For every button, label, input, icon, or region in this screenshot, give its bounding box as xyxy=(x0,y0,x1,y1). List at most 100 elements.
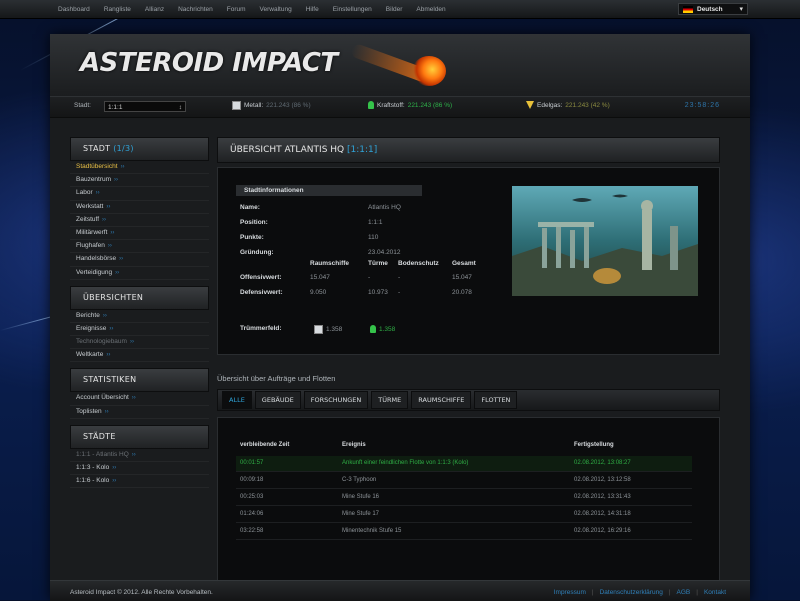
city-select-label: Stadt: xyxy=(74,102,91,109)
stats-row-label: Defensivwert: xyxy=(240,289,283,296)
top-nav-item[interactable]: Forum xyxy=(227,6,246,13)
sidebar-item-label: Werkstatt xyxy=(76,202,104,210)
info-value: 1:1:1 xyxy=(368,219,383,226)
footer-separator: | xyxy=(668,589,671,596)
top-nav-item[interactable]: Hilfe xyxy=(306,6,319,13)
info-key: Position: xyxy=(240,219,268,226)
footer-link[interactable]: Datenschutzerklärung xyxy=(600,589,663,596)
sidebar-overview-list: Berichte ›› Ereignisse ›› Technologiebaum ›› W… xyxy=(70,310,209,363)
sidebar-stats-list: Account Übersicht ›› Toplisten ›› xyxy=(70,392,209,419)
top-nav-item[interactable]: Bilder xyxy=(386,6,403,13)
chevron-right-icon: ›› xyxy=(110,229,115,236)
sidebar-item[interactable]: Stadtübersicht ›› xyxy=(70,161,209,175)
sidebar-item-label: Account Übersicht xyxy=(76,394,129,402)
top-nav-item[interactable]: Nachrichten xyxy=(178,6,213,13)
top-navigation: Dashboard Rangliste Allianz Nachrichten Foru… xyxy=(0,0,800,19)
footer-separator: | xyxy=(696,589,698,596)
language-label: Deutsch xyxy=(697,5,723,13)
queue-row: 00:09:18 C-3 Typhoon 02.08.2012, 13:12:58 xyxy=(236,473,692,489)
info-key: Name: xyxy=(240,204,260,211)
chevron-right-icon: ›› xyxy=(102,312,107,319)
sidebar-item[interactable]: Werkstatt ›› xyxy=(70,201,209,214)
metal-label: Metall: xyxy=(244,102,264,109)
queue-col-header: Fertigstellung xyxy=(574,442,614,448)
chevron-right-icon: ›› xyxy=(106,203,111,210)
footer-link[interactable]: Impressum xyxy=(554,589,586,596)
site-logo[interactable]: ASTEROID IMPACT xyxy=(80,48,338,78)
city-select[interactable]: 1:1:1 ↕ xyxy=(104,101,186,112)
sidebar-item[interactable]: 1:1:1 - Atlantis HQ ›› xyxy=(70,449,209,462)
footer-link[interactable]: AGB xyxy=(677,589,691,596)
queue-row: 01:24:06 Mine Stufe 17 02.08.2012, 14:31:1… xyxy=(236,507,692,523)
top-nav-item[interactable]: Dashboard xyxy=(58,6,90,13)
queue-tab[interactable]: Forschungen xyxy=(303,391,369,409)
queue-tab[interactable]: Türme xyxy=(371,391,409,409)
sidebar-item-label: Bauzentrum xyxy=(76,176,112,184)
fuel-label: Kraftstoff: xyxy=(377,101,405,109)
queue-row: 00:25:03 Mine Stufe 16 02.08.2012, 13:31:4… xyxy=(236,490,692,506)
queue-tab[interactable]: Alle xyxy=(222,391,252,409)
sidebar-item[interactable]: Technologiebaum ›› xyxy=(70,336,209,350)
footer-link[interactable]: Kontakt xyxy=(704,589,726,596)
sidebar-item[interactable]: Bauzentrum ›› xyxy=(70,174,209,188)
top-nav-item[interactable]: Rangliste xyxy=(104,6,131,13)
sidebar-item-label: Labor xyxy=(76,189,93,197)
queue-time: 00:09:18 xyxy=(240,477,264,483)
sidebar-item[interactable]: Flughafen ›› xyxy=(70,240,209,254)
queue-done: 02.08.2012, 13:12:58 xyxy=(574,477,631,483)
sidebar-head-label: Stadt xyxy=(83,144,111,153)
chevron-right-icon: ›› xyxy=(129,339,134,346)
sidebar-city-list: Stadtübersicht ›› Bauzentrum ›› Labor ›› Werks… xyxy=(70,161,209,280)
sidebar-item[interactable]: 1:1:3 - Kolo ›› xyxy=(70,462,209,476)
chevron-right-icon: ›› xyxy=(109,325,114,332)
sidebar-item[interactable]: Verteidigung ›› xyxy=(70,267,209,280)
queue-tab[interactable]: Flotten xyxy=(474,391,518,409)
queue-row: 03:22:58 Minentechnik Stufe 15 02.08.2012,… xyxy=(236,524,692,540)
queue-tab[interactable]: Raumschiffe xyxy=(411,391,472,409)
sidebar-item-label: 1:1:1 - Atlantis HQ xyxy=(76,450,129,458)
info-value: 110 xyxy=(368,234,379,241)
chevron-right-icon: ›› xyxy=(104,408,109,415)
page-title: Übersicht Atlantis HQ [1:1:1] xyxy=(217,137,720,163)
stats-row-label: Offensivwert: xyxy=(240,274,282,281)
sidebar-item-label: Zeitstuff xyxy=(76,215,100,223)
top-nav-item[interactable]: Abmelden xyxy=(416,6,445,13)
sidebar-item[interactable]: Toplisten ›› xyxy=(70,406,209,419)
sidebar-item[interactable]: Ereignisse ›› xyxy=(70,323,209,337)
sidebar-item[interactable]: Account Übersicht ›› xyxy=(70,392,209,406)
chevron-right-icon: ›› xyxy=(114,177,119,184)
queue-section-title: Übersicht über Aufträge und Flotten xyxy=(217,374,336,383)
debris-metal: 1.358 xyxy=(314,325,342,334)
select-arrow-icon: ↕ xyxy=(178,104,182,111)
queue-tab[interactable]: Gebäude xyxy=(254,391,301,409)
queue-done: 02.08.2012, 14:31:18 xyxy=(574,511,631,517)
page-title-coords: [1:1:1] xyxy=(347,145,378,155)
sidebar-cities-list: 1:1:1 - Atlantis HQ ›› 1:1:3 - Kolo ›› 1:1:6… xyxy=(70,449,209,489)
top-nav-item[interactable]: Allianz xyxy=(145,6,164,13)
fuel-resource: Kraftstoff: 221.243 (86 %) xyxy=(368,101,452,109)
sidebar-item[interactable]: Labor ›› xyxy=(70,187,209,201)
fuel-value: 221.243 (86 %) xyxy=(407,101,453,109)
debris-metal-value: 1.358 xyxy=(326,326,343,333)
sidebar-item[interactable]: Zeitstuff ›› xyxy=(70,214,209,227)
top-nav-item[interactable]: Verwaltung xyxy=(260,6,292,13)
sidebar-item[interactable]: 1:1:6 - Kolo ›› xyxy=(70,475,209,489)
sidebar-item[interactable]: Berichte ›› xyxy=(70,310,209,323)
info-value: 23.04.2012 xyxy=(368,249,401,256)
stats-cell: 15.047 xyxy=(452,274,472,281)
resource-bar: Stadt: 1:1:1 ↕ Metall: 221.243 (86 %) Kr… xyxy=(50,96,750,118)
chevron-right-icon: ›› xyxy=(131,395,136,402)
queue-done: 02.08.2012, 16:29:16 xyxy=(574,528,631,534)
fuel-icon xyxy=(368,101,374,109)
chevron-down-icon: ▾ xyxy=(739,6,743,13)
sidebar-item[interactable]: Militärwerft ›› xyxy=(70,227,209,241)
chevron-right-icon: ›› xyxy=(119,256,124,263)
sidebar-item[interactable]: Handelsbörse ›› xyxy=(70,253,209,267)
language-selector[interactable]: Deutsch ▾ xyxy=(678,3,748,15)
queue-event: Minentechnik Stufe 15 xyxy=(342,528,402,534)
gas-label: Edelgas: xyxy=(537,101,563,109)
sidebar-item[interactable]: Weltkarte ›› xyxy=(70,349,209,363)
top-nav-item[interactable]: Einstellungen xyxy=(333,6,372,13)
city-select-value: 1:1:1 xyxy=(108,104,123,111)
debris-field-label: Trümmerfeld: xyxy=(240,325,282,332)
